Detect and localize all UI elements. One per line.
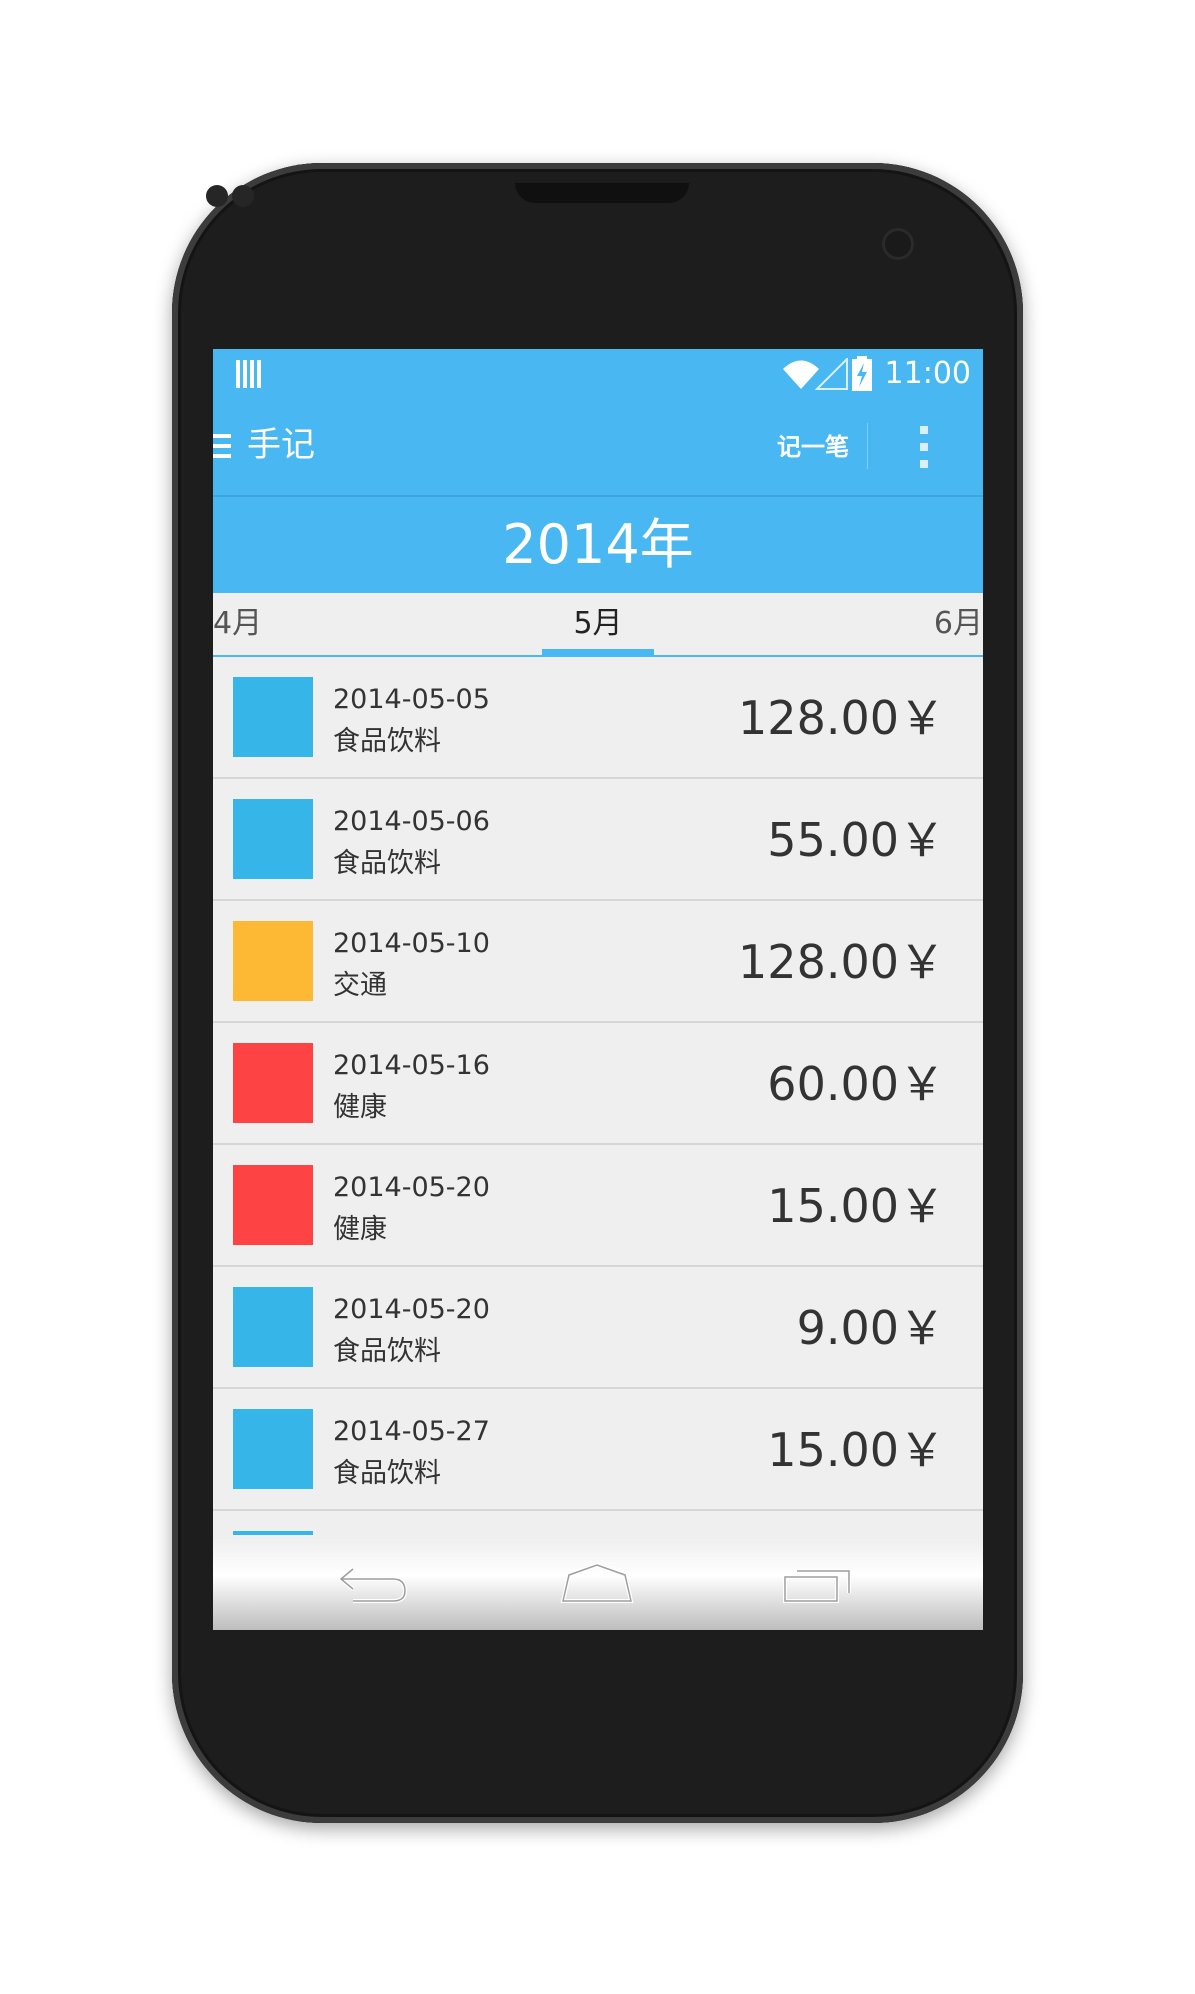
category-color-swatch: [233, 799, 313, 879]
list-item[interactable]: 2014-05-20 健康 15.00￥: [213, 1145, 983, 1267]
list-item[interactable]: 2014-05-06 食品饮料 55.00￥: [213, 779, 983, 901]
app-title[interactable]: 手记: [247, 423, 315, 467]
overflow-menu-icon[interactable]: [917, 424, 931, 470]
cell-signal-icon: [815, 358, 848, 390]
back-icon[interactable]: [335, 1561, 415, 1609]
category-color-swatch: [233, 1531, 313, 1535]
record-list: 2014-05-05 食品饮料 128.00￥ 2014-05-06 食品饮料 …: [213, 657, 983, 1630]
record-date: 2014-05-20: [333, 1294, 490, 1325]
action-bar: 手记 记一笔: [213, 399, 983, 497]
light-sensor: [232, 185, 254, 207]
tab-indicator: [542, 649, 654, 655]
add-record-button[interactable]: 记一笔: [777, 431, 849, 463]
record-amount: 60.00￥: [767, 1057, 945, 1111]
front-camera: [882, 228, 914, 260]
month-tabs: 4月 5月 6月: [213, 593, 983, 657]
record-amount: 55.00￥: [767, 813, 945, 867]
navigation-bar: [213, 1539, 983, 1630]
category-color-swatch: [233, 921, 313, 1001]
record-date: 2014-05-10: [333, 928, 490, 959]
record-amount: 15.00￥: [767, 1179, 945, 1233]
earpiece-speaker: [515, 183, 689, 203]
list-item[interactable]: 2014-05-05 食品饮料 128.00￥: [213, 657, 983, 779]
recent-apps-icon[interactable]: [781, 1561, 861, 1609]
record-amount: 9.00￥: [796, 1301, 945, 1355]
app-screen: 11:00 手记 记一笔 2014年 4月 5月 6月 2014-05-05 食…: [213, 349, 983, 1630]
status-clock: 11:00: [884, 356, 971, 391]
proximity-sensor: [206, 185, 228, 207]
record-category: 食品饮料: [333, 1336, 441, 1367]
record-date: 2014-05-20: [333, 1172, 490, 1203]
record-date: 2014-05-16: [333, 1050, 490, 1081]
record-date: 2014-05-27: [333, 1416, 490, 1447]
record-amount: 128.00￥: [738, 935, 945, 989]
category-color-swatch: [233, 677, 313, 757]
record-amount: 15.00￥: [767, 1423, 945, 1477]
record-category: 健康: [333, 1214, 387, 1245]
tab-next-month[interactable]: 6月: [934, 605, 983, 643]
list-item[interactable]: 2014-05-27 食品饮料 15.00￥: [213, 1389, 983, 1511]
category-color-swatch: [233, 1409, 313, 1489]
action-divider: [867, 423, 868, 469]
record-amount: 128.00￥: [738, 691, 945, 745]
record-category: 食品饮料: [333, 848, 441, 879]
record-category: 健康: [333, 1092, 387, 1123]
battery-charging-icon: [852, 356, 872, 391]
category-color-swatch: [233, 1165, 313, 1245]
record-category: 食品饮料: [333, 1458, 441, 1489]
year-header: 2014年: [213, 497, 983, 593]
record-date: 2014-05-05: [333, 684, 490, 715]
record-category: 食品饮料: [333, 726, 441, 757]
list-item[interactable]: 2014-05-20 食品饮料 9.00￥: [213, 1267, 983, 1389]
menu-icon[interactable]: [213, 432, 233, 460]
list-item[interactable]: 2014-05-16 健康 60.00￥: [213, 1023, 983, 1145]
tab-current-month[interactable]: 5月: [213, 605, 983, 643]
list-item[interactable]: 2014-05-10 交通 128.00￥: [213, 901, 983, 1023]
status-bar: 11:00: [213, 349, 983, 399]
category-color-swatch: [233, 1043, 313, 1123]
record-category: 交通: [333, 970, 387, 1001]
category-color-swatch: [233, 1287, 313, 1367]
record-date: 2014-05-06: [333, 806, 490, 837]
home-icon[interactable]: [557, 1561, 637, 1609]
notification-bars-icon: [236, 360, 261, 388]
